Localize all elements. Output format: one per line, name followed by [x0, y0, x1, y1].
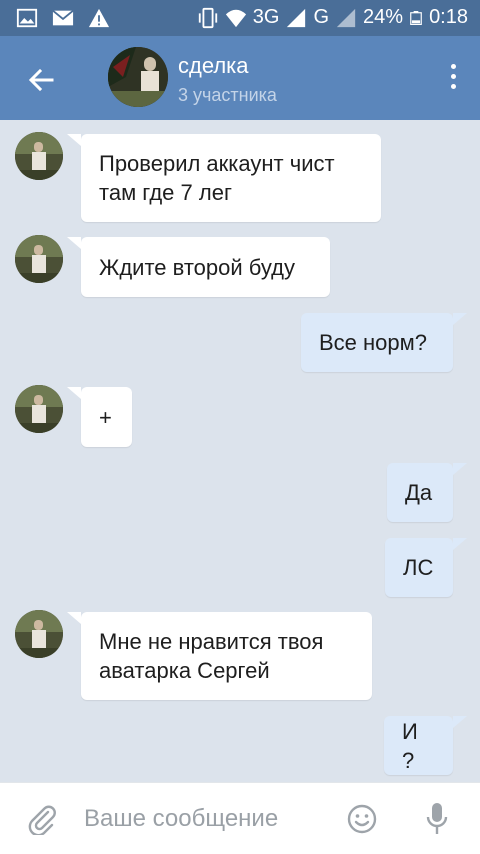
message-line: Проверил аккаунт чист: [99, 151, 335, 176]
signal-icon: [336, 8, 356, 27]
incoming-message[interactable]: +: [67, 387, 132, 447]
message-line: Ждите второй буду: [99, 254, 295, 280]
message-line: там где 7 лег: [99, 180, 232, 205]
battery-icon: [410, 10, 422, 25]
outgoing-message[interactable]: Да: [387, 463, 467, 522]
chat-title: сделка: [178, 53, 249, 78]
microphone-icon[interactable]: [425, 801, 449, 837]
status-bar: 3G G 24% 0:18: [0, 0, 480, 36]
outgoing-message[interactable]: ЛС: [385, 538, 467, 597]
signal-icon: [287, 8, 306, 27]
message-line: Все норм?: [319, 330, 428, 355]
vibrate-icon: [198, 7, 217, 28]
outgoing-message[interactable]: И ?: [384, 716, 467, 775]
incoming-message[interactable]: Ждите второй буду: [67, 237, 330, 297]
message-line: ЛС: [403, 555, 434, 580]
sender-avatar[interactable]: [15, 610, 63, 658]
gallery-icon: [16, 8, 38, 28]
network-g-label: G: [313, 6, 330, 28]
message-line: Мне не нравится твоя: [99, 629, 324, 654]
sender-avatar[interactable]: [15, 385, 63, 433]
clock: 0:18: [429, 6, 468, 28]
mail-icon: [52, 9, 74, 26]
message-input[interactable]: [84, 799, 324, 839]
more-menu-icon[interactable]: [446, 64, 460, 94]
paperclip-icon[interactable]: [26, 803, 58, 835]
sender-avatar[interactable]: [15, 235, 63, 283]
incoming-message[interactable]: Проверил аккаунт чист там где 7 лег: [67, 134, 381, 222]
incoming-message[interactable]: Мне не нравится твоя аватарка Сергей: [67, 612, 372, 700]
emoji-icon[interactable]: [346, 803, 378, 835]
wifi-icon: [225, 9, 246, 27]
message-list: Проверил аккаунт чист там где 7 лег Ждит…: [0, 120, 480, 782]
back-arrow-icon[interactable]: [22, 60, 62, 100]
chat-header: сделка 3 участника: [0, 36, 480, 120]
chat-avatar[interactable]: [108, 47, 168, 107]
battery-percent: 24%: [363, 6, 404, 28]
warning-icon: [88, 8, 110, 28]
message-line: И ?: [402, 718, 418, 773]
participants-count: 3 участника: [178, 85, 277, 105]
message-line: +: [99, 404, 112, 430]
message-line: аватарка Сергей: [99, 658, 270, 683]
message-line: Да: [405, 480, 433, 505]
network-3g-label: 3G: [252, 6, 280, 28]
message-composer: [0, 782, 480, 854]
sender-avatar[interactable]: [15, 132, 63, 180]
outgoing-message[interactable]: Все норм?: [301, 313, 467, 372]
